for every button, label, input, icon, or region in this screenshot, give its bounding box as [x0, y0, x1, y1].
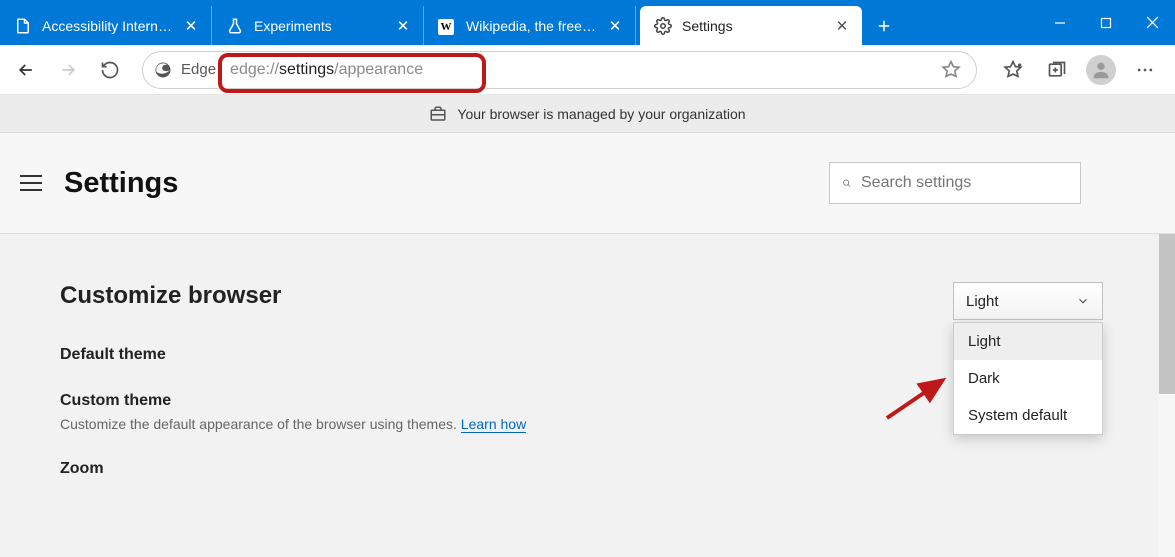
close-icon[interactable]: ✕ — [179, 14, 203, 38]
managed-banner: Your browser is managed by your organiza… — [0, 95, 1175, 133]
collections-button[interactable] — [1037, 50, 1077, 90]
flask-icon — [226, 17, 244, 35]
tab-settings[interactable]: Settings ✕ — [640, 6, 862, 45]
title-bar: Accessibility Internals ✕ Experiments ✕ … — [0, 0, 1175, 45]
favorite-star-icon[interactable] — [936, 50, 966, 90]
url-text: edge://settings/appearance — [226, 61, 936, 79]
page-title: Settings — [64, 167, 829, 200]
search-settings-input[interactable] — [861, 174, 1068, 192]
edge-logo-icon — [153, 60, 173, 80]
forward-button[interactable] — [48, 50, 88, 90]
tab-label: Experiments — [254, 18, 385, 34]
theme-option-system-default[interactable]: System default — [954, 397, 1102, 434]
new-tab-button[interactable] — [862, 6, 906, 45]
menu-button[interactable] — [20, 169, 48, 197]
tab-label: Accessibility Internals — [42, 18, 173, 34]
tab-label: Wikipedia, the free en — [466, 18, 597, 34]
tab-accessibility-internals[interactable]: Accessibility Internals ✕ — [0, 6, 212, 45]
avatar-icon — [1086, 55, 1116, 85]
gear-icon — [654, 17, 672, 35]
page-icon — [14, 17, 32, 35]
search-settings-field[interactable] — [829, 162, 1081, 204]
more-menu-button[interactable] — [1125, 50, 1165, 90]
favorites-button[interactable] — [993, 50, 1033, 90]
theme-option-light[interactable]: Light — [954, 323, 1102, 360]
site-identity[interactable]: Edge — [153, 60, 226, 80]
theme-dropdown: Light Dark System default — [953, 322, 1103, 435]
close-icon[interactable]: ✕ — [603, 14, 627, 38]
close-icon[interactable]: ✕ — [830, 14, 854, 38]
maximize-button[interactable] — [1083, 0, 1129, 45]
learn-how-link[interactable]: Learn how — [461, 416, 526, 433]
theme-select-value: Light — [966, 293, 999, 310]
zoom-label: Zoom — [60, 460, 1115, 478]
vertical-scrollbar[interactable] — [1159, 234, 1175, 557]
refresh-button[interactable] — [90, 50, 130, 90]
scroll-thumb[interactable] — [1159, 234, 1175, 394]
theme-option-dark[interactable]: Dark — [954, 360, 1102, 397]
managed-text: Your browser is managed by your organiza… — [457, 106, 745, 122]
profile-button[interactable] — [1081, 50, 1121, 90]
close-window-button[interactable] — [1129, 0, 1175, 45]
toolbar: Edge edge://settings/appearance — [0, 45, 1175, 95]
chevron-down-icon — [1076, 294, 1090, 308]
tab-experiments[interactable]: Experiments ✕ — [212, 6, 424, 45]
tab-strip: Accessibility Internals ✕ Experiments ✕ … — [0, 0, 1037, 45]
theme-select[interactable]: Light — [953, 282, 1103, 320]
close-icon[interactable]: ✕ — [391, 14, 415, 38]
settings-content: Customize browser Default theme Custom t… — [0, 234, 1175, 557]
address-bar[interactable]: Edge edge://settings/appearance — [142, 51, 977, 89]
window-controls — [1037, 0, 1175, 45]
briefcase-icon — [429, 105, 447, 123]
tab-wikipedia[interactable]: W Wikipedia, the free en ✕ — [424, 6, 636, 45]
search-icon — [842, 174, 851, 192]
wikipedia-icon: W — [438, 17, 456, 35]
settings-header: Settings — [0, 133, 1175, 233]
site-identity-label: Edge — [181, 61, 216, 78]
back-button[interactable] — [6, 50, 46, 90]
tab-label: Settings — [682, 18, 824, 34]
minimize-button[interactable] — [1037, 0, 1083, 45]
zoom-row: Zoom — [60, 460, 1115, 478]
